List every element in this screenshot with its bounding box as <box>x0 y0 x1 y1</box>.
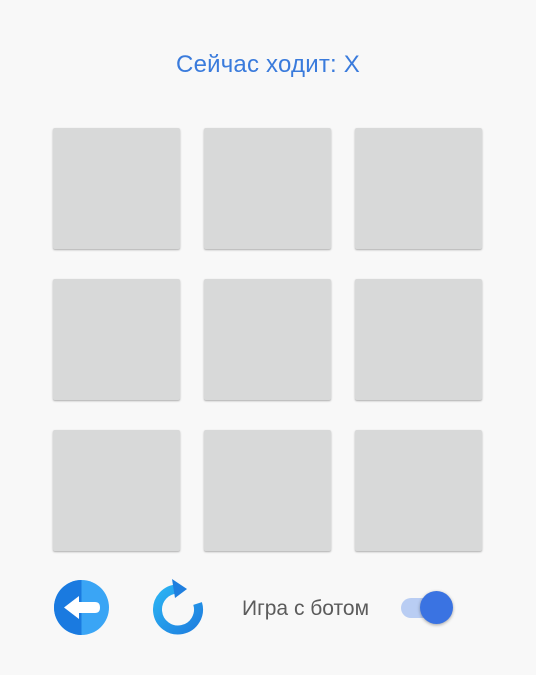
board-cell-8[interactable] <box>204 430 331 551</box>
back-button[interactable] <box>54 580 109 635</box>
restart-icon <box>153 579 203 635</box>
board-cell-5[interactable] <box>204 279 331 400</box>
board-cell-6[interactable] <box>355 279 482 400</box>
bot-mode-toggle[interactable] <box>400 590 456 626</box>
board-cell-9[interactable] <box>355 430 482 551</box>
bot-mode-label: Игра с ботом <box>242 597 370 620</box>
board-cell-1[interactable] <box>53 128 180 249</box>
board-cell-7[interactable] <box>53 430 180 551</box>
game-board <box>53 128 483 552</box>
toggle-knob <box>420 591 453 624</box>
arrow-left-icon <box>54 580 109 635</box>
board-cell-3[interactable] <box>355 128 482 249</box>
board-cell-2[interactable] <box>204 128 331 249</box>
board-cell-4[interactable] <box>53 279 180 400</box>
restart-button[interactable] <box>151 578 205 636</box>
turn-status: Сейчас ходит: X <box>176 51 360 78</box>
